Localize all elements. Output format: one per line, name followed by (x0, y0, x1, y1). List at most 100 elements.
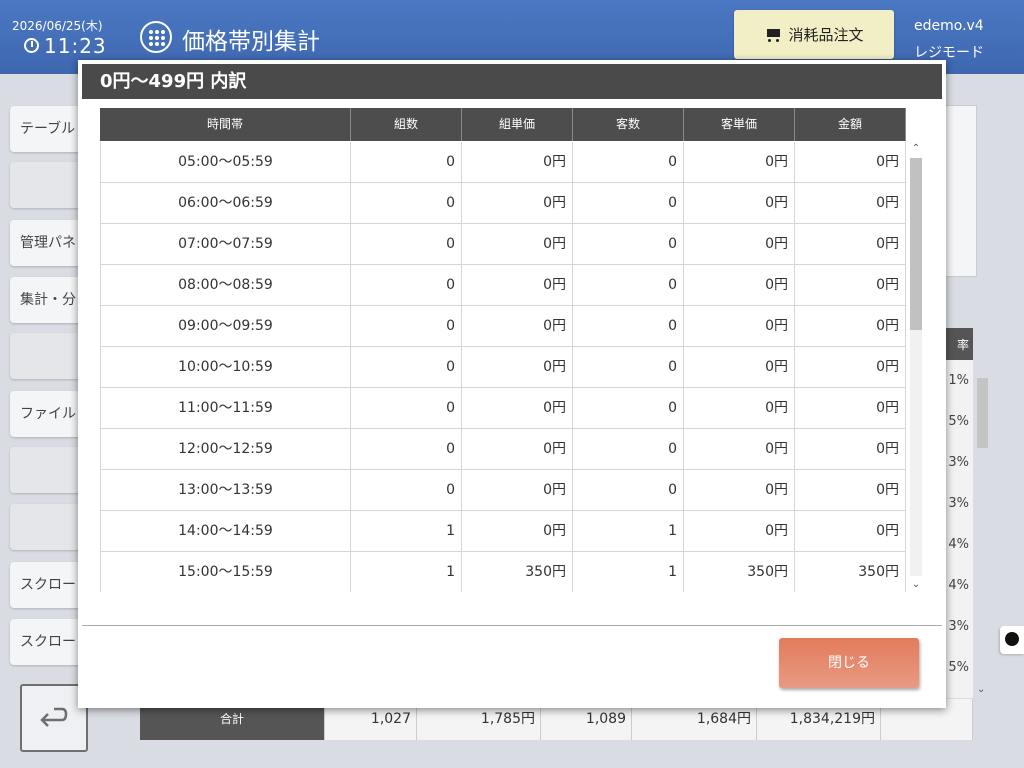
scroll-up-icon[interactable]: ⌃ (910, 142, 922, 156)
value-cell: 0円 (795, 511, 906, 551)
time-slot-cell: 08:00～08:59 (100, 265, 351, 305)
value-cell: 0円 (462, 265, 573, 305)
table-row: 08:00～08:59 0 0円 0 0円 0円 (100, 265, 906, 306)
value-cell: 0円 (462, 511, 573, 551)
close-button[interactable]: 閉じる (779, 638, 919, 688)
value-cell: 0 (351, 265, 462, 305)
value-cell: 0 (573, 224, 684, 264)
scroll-down-icon[interactable]: ⌄ (977, 684, 985, 695)
table-row: 09:00～09:59 0 0円 0 0円 0円 (100, 306, 906, 347)
value-cell: 1 (351, 511, 462, 551)
scroll-down-icon[interactable]: ⌄ (910, 578, 922, 592)
table-row: 07:00～07:59 0 0円 0 0円 0円 (100, 224, 906, 265)
modal-title: 0円～499円 内訳 (82, 64, 942, 99)
value-cell: 0円 (684, 388, 795, 428)
value-cell: 0円 (462, 224, 573, 264)
background-percent-header: 率 (945, 328, 973, 360)
value-cell: 1 (351, 552, 462, 592)
background-percent-cell: 3% (948, 496, 969, 511)
value-cell: 0円 (684, 224, 795, 264)
value-cell: 350円 (684, 552, 795, 592)
column-header: 客単価 (684, 108, 795, 141)
user-name: edemo.v4 (914, 18, 984, 34)
background-percent-cell: 3% (948, 619, 969, 634)
value-cell: 1 (573, 552, 684, 592)
supplies-order-button[interactable]: 消耗品注文 (734, 10, 894, 59)
value-cell: 0円 (462, 183, 573, 223)
table-row: 06:00～06:59 0 0円 0 0円 0円 (100, 183, 906, 224)
side-tab-handle[interactable] (1000, 626, 1024, 654)
value-cell: 0円 (795, 306, 906, 346)
value-cell: 0 (351, 347, 462, 387)
table-row: 13:00～13:59 0 0円 0 0円 0円 (100, 470, 906, 511)
value-cell: 0 (573, 388, 684, 428)
background-percent-cell: 4% (948, 537, 969, 552)
time-slot-cell: 15:00～15:59 (100, 552, 351, 592)
column-header: 組数 (351, 108, 462, 141)
background-percent-cell: 5% (948, 414, 969, 429)
value-cell: 0円 (684, 347, 795, 387)
value-cell: 0円 (795, 142, 906, 182)
background-percent-cell: 4% (948, 578, 969, 593)
scroll-thumb[interactable] (910, 158, 922, 330)
value-cell: 0円 (795, 265, 906, 305)
table-row: 14:00～14:59 1 0円 1 0円 0円 (100, 511, 906, 552)
column-header: 時間帯 (100, 108, 351, 141)
value-cell: 0 (351, 470, 462, 510)
current-date: 2026/06/25(木) (12, 19, 103, 33)
table-row: 12:00～12:59 0 0円 0 0円 0円 (100, 429, 906, 470)
value-cell: 0円 (462, 347, 573, 387)
value-cell: 0 (351, 306, 462, 346)
value-cell: 0円 (684, 306, 795, 346)
remote-icon (1005, 632, 1019, 646)
time-slot-cell: 09:00～09:59 (100, 306, 351, 346)
value-cell: 0円 (684, 429, 795, 469)
time-slot-cell: 05:00～05:59 (100, 142, 351, 182)
time-slot-cell: 06:00～06:59 (100, 183, 351, 223)
table-scrollbar[interactable]: ⌃ ⌄ (908, 142, 924, 592)
breakdown-table[interactable]: 05:00～05:59 0 0円 0 0円 0円 06:00～06:59 0 0円 0 0円 0円 07… (100, 142, 906, 592)
value-cell: 350円 (462, 552, 573, 592)
percent-header-text: 率 (956, 338, 969, 352)
value-cell: 0円 (795, 224, 906, 264)
background-scroll-thumb[interactable] (977, 378, 988, 448)
value-cell: 0 (351, 388, 462, 428)
column-header: 金額 (795, 108, 906, 141)
page-title: 価格帯別集計 (182, 29, 320, 55)
menu-grid-icon[interactable] (140, 21, 172, 53)
current-time-display: 11:23 (24, 34, 107, 58)
value-cell: 0円 (462, 142, 573, 182)
value-cell: 0円 (795, 347, 906, 387)
value-cell: 0 (573, 429, 684, 469)
time-slot-cell: 12:00～12:59 (100, 429, 351, 469)
value-cell: 0 (573, 470, 684, 510)
breakdown-modal: 0円～499円 内訳 時間帯 組数 組単価 客数 客単価 金額 05:00～05:59 0 0… (78, 60, 946, 708)
table-header: 時間帯 組数 組単価 客数 客単価 金額 (100, 108, 906, 141)
value-cell: 0円 (795, 183, 906, 223)
value-cell: 0円 (795, 470, 906, 510)
value-cell: 0 (573, 306, 684, 346)
clock-icon (24, 38, 39, 53)
modal-divider (82, 625, 942, 626)
value-cell: 0 (351, 429, 462, 469)
back-arrow-icon (40, 707, 68, 727)
table-row: 10:00～10:59 0 0円 0 0円 0円 (100, 347, 906, 388)
value-cell: 0 (573, 183, 684, 223)
value-cell: 0円 (462, 388, 573, 428)
supplies-order-label: 消耗品注文 (788, 26, 864, 44)
value-cell: 0 (351, 142, 462, 182)
time-slot-cell: 07:00～07:59 (100, 224, 351, 264)
table-row: 05:00～05:59 0 0円 0 0円 0円 (100, 142, 906, 183)
background-percent-cell: 5% (948, 660, 969, 675)
table-row: 11:00～11:59 0 0円 0 0円 0円 (100, 388, 906, 429)
value-cell: 350円 (795, 552, 906, 592)
time-slot-cell: 14:00～14:59 (100, 511, 351, 551)
value-cell: 0 (351, 183, 462, 223)
value-cell: 0円 (684, 142, 795, 182)
value-cell: 0円 (684, 265, 795, 305)
value-cell: 0 (351, 224, 462, 264)
value-cell: 0円 (795, 388, 906, 428)
value-cell: 1 (573, 511, 684, 551)
value-cell: 0円 (795, 429, 906, 469)
value-cell: 0 (573, 347, 684, 387)
